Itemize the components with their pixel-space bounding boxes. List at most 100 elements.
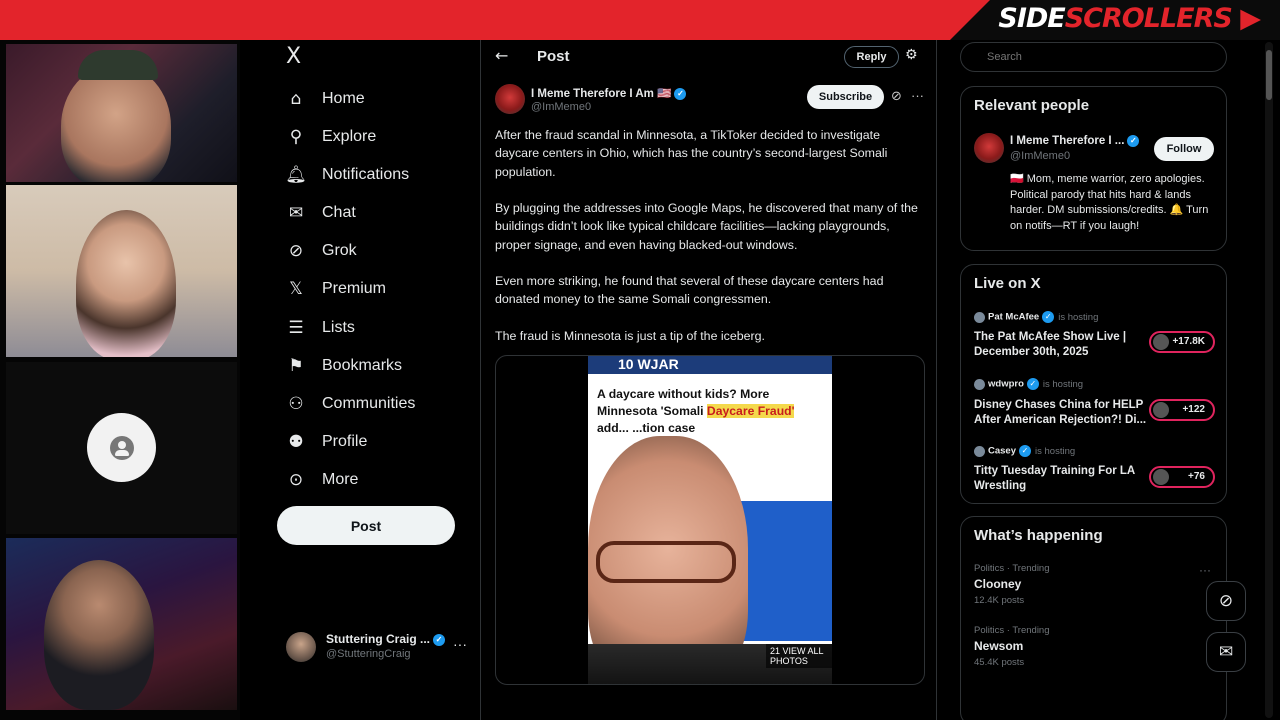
- author-avatar[interactable]: [495, 84, 525, 114]
- nav-label: Profile: [322, 433, 368, 450]
- listener-avatar: [1153, 469, 1169, 485]
- person-name[interactable]: I Meme Therefore I ... ✓: [1010, 135, 1140, 147]
- live-host[interactable]: Pat McAfee ✓ is hosting: [974, 311, 1098, 323]
- grok-icon[interactable]: ⊘: [891, 89, 902, 104]
- reply-button[interactable]: Reply: [844, 46, 899, 68]
- scrollbar[interactable]: [1265, 42, 1273, 718]
- follow-button[interactable]: Follow: [1154, 137, 1214, 161]
- nav-label: Bookmarks: [322, 357, 403, 374]
- account-name: Stuttering Craig ... ✓: [326, 632, 446, 646]
- trend-category: Politics · Trending: [974, 563, 1050, 574]
- nav-item-communities[interactable]: ⚇ Communities: [286, 388, 415, 420]
- card-title: Relevant people: [974, 97, 1090, 114]
- nav-label: Lists: [322, 319, 355, 336]
- nav-label: Premium: [322, 280, 387, 297]
- relevant-people-card: Relevant people I Meme Therefore I ... ✓ …: [960, 86, 1227, 251]
- verified-icon: ✓: [674, 87, 687, 100]
- live-title[interactable]: Titty Tuesday Training For LA Wrestling: [974, 464, 1149, 494]
- brand-part-2: SCROLLERS: [1064, 3, 1233, 34]
- post-paragraph: The fraud is Minnesota is just a tip of …: [495, 329, 765, 343]
- author-name[interactable]: I Meme Therefore I Am 🇺🇸 ✓: [531, 86, 687, 100]
- author-handle[interactable]: @ImMeme0: [531, 101, 591, 113]
- left-nav: X ⌂ Home ⚲ Explore 🔔︎ Notifications ✉ Ch…: [240, 40, 480, 720]
- trend-more-icon[interactable]: ···: [1199, 563, 1211, 577]
- nav-item-lists[interactable]: ☰ Lists: [286, 312, 355, 344]
- brand-logo: SIDESCROLLERS ▶: [998, 3, 1261, 34]
- live-host[interactable]: wdwpro ✓ is hosting: [974, 378, 1083, 390]
- more-icon[interactable]: ···: [453, 636, 467, 652]
- nav-item-grok[interactable]: ⊘ Grok: [286, 235, 357, 267]
- person-handle[interactable]: @ImMeme0: [1010, 150, 1070, 162]
- subscribe-button[interactable]: Subscribe: [807, 85, 884, 109]
- listener-count[interactable]: +122: [1149, 399, 1215, 421]
- nav-label: Notifications: [322, 166, 410, 183]
- avatar[interactable]: [974, 133, 1004, 163]
- verified-icon: ✓: [1127, 135, 1140, 147]
- trend-name[interactable]: Newsom: [974, 639, 1023, 653]
- x-app: X ⌂ Home ⚲ Explore 🔔︎ Notifications ✉ Ch…: [240, 40, 1280, 720]
- live-host[interactable]: Casey ✓ is hosting: [974, 445, 1075, 457]
- nav-label: Home: [322, 90, 365, 107]
- back-arrow-icon[interactable]: ←: [495, 46, 508, 65]
- stream-overlay: SIDESCROLLERS ▶ X ⌂ Home ⚲ Explore 🔔︎ No…: [0, 0, 1280, 720]
- whats-happening-card: What’s happening Politics · Trending Clo…: [960, 516, 1227, 720]
- nav-label: Grok: [322, 242, 357, 259]
- more-icon[interactable]: ···: [911, 88, 924, 103]
- x-logo-icon[interactable]: X: [286, 44, 301, 69]
- post-column: ← Post Reply ⚙ I Meme Therefore I Am 🇺🇸 ✓…: [480, 40, 937, 720]
- live-title[interactable]: The Pat McAfee Show Live | December 30th…: [974, 330, 1149, 360]
- scrollbar-thumb[interactable]: [1266, 50, 1272, 100]
- glasses-shape: [596, 541, 736, 583]
- nav-item-profile[interactable]: ⚉ Profile: [286, 426, 367, 458]
- nav-item-premium[interactable]: 𝕏 Premium: [286, 273, 386, 305]
- trend-name[interactable]: Clooney: [974, 577, 1021, 591]
- verified-icon: ✓: [433, 633, 446, 646]
- nav-label: Explore: [322, 128, 377, 145]
- nav-item-chat[interactable]: ✉ Chat: [286, 197, 356, 229]
- live-on-x-card: Live on X Pat McAfee ✓ is hosting The Pat …: [960, 264, 1227, 504]
- settings-sliders-icon[interactable]: ⚙: [905, 47, 918, 63]
- photos-label: 21 VIEW ALL PHOTOS: [766, 644, 832, 668]
- nav-item-notifications[interactable]: 🔔︎ Notifications: [285, 159, 410, 191]
- home-icon: ⌂: [290, 89, 302, 109]
- avatar: [286, 632, 316, 662]
- post-paragraph: After the fraud scandal in Minnesota, a …: [495, 128, 888, 179]
- listener-count[interactable]: +17.8K: [1149, 331, 1215, 353]
- nav-item-explore[interactable]: ⚲ Explore: [286, 121, 376, 153]
- mail-icon: ✉: [288, 203, 304, 223]
- card-title: Live on X: [974, 275, 1041, 292]
- webcam-1: [6, 44, 237, 182]
- account-handle: @StutteringCraig: [326, 648, 411, 660]
- host-avatar: [974, 445, 985, 457]
- nav-item-bookmarks[interactable]: ⚑ Bookmarks: [286, 350, 402, 382]
- listener-count[interactable]: +76: [1149, 466, 1215, 488]
- x-icon: 𝕏: [289, 279, 303, 299]
- webcam-2: [6, 185, 237, 357]
- search-input[interactable]: [960, 42, 1227, 72]
- nav-item-more[interactable]: ⊙ More: [286, 464, 359, 496]
- list-icon: ☰: [288, 318, 304, 338]
- communities-icon: ⚇: [288, 394, 304, 414]
- post-button[interactable]: Post: [277, 506, 455, 545]
- video-headline: A daycare without kids? More Minnesota '…: [597, 387, 795, 435]
- post-media[interactable]: 10 WJAR A daycare without kids? More Min…: [495, 355, 925, 685]
- account-switcher[interactable]: Stuttering Craig ... ✓ @StutteringCraig ·…: [286, 630, 476, 664]
- streamer-2: [76, 210, 176, 357]
- webcam-4: [6, 538, 237, 710]
- cap-icon: [78, 50, 158, 80]
- video-player[interactable]: 10 WJAR A daycare without kids? More Min…: [588, 356, 832, 684]
- grok-icon: ⊘: [288, 241, 304, 261]
- default-avatar: [87, 413, 156, 482]
- page-title: Post: [537, 48, 570, 65]
- more-circle-icon: ⊙: [288, 470, 304, 490]
- verified-icon: ✓: [1019, 445, 1031, 457]
- streamer-4: [44, 560, 154, 710]
- grok-float-icon[interactable]: ⊘: [1206, 581, 1246, 621]
- post-paragraph: By plugging the addresses into Google Ma…: [495, 201, 918, 252]
- live-title[interactable]: Disney Chases China for HELP After Ameri…: [974, 398, 1149, 428]
- messages-float-icon[interactable]: ✉: [1206, 632, 1246, 672]
- nav-label: Communities: [322, 395, 416, 412]
- bookmark-icon: ⚑: [288, 356, 304, 376]
- nav-item-home[interactable]: ⌂ Home: [286, 83, 365, 115]
- trend-post-count: 45.4K posts: [974, 657, 1025, 668]
